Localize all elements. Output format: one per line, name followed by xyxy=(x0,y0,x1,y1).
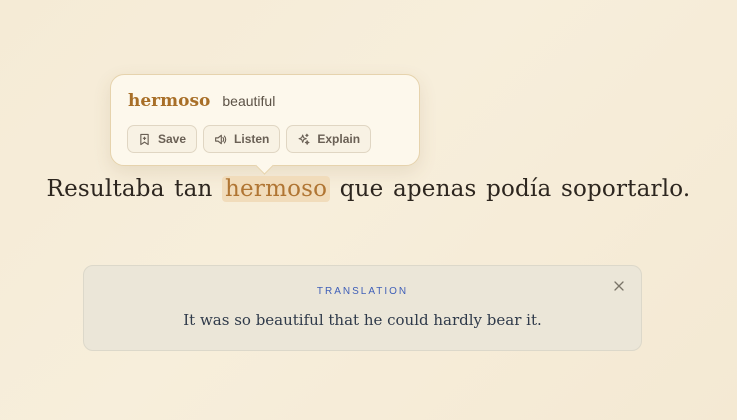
translation-label: TRANSLATION xyxy=(316,286,409,297)
bookmark-icon xyxy=(140,133,149,145)
popover-header: hermoso beautiful xyxy=(128,91,275,111)
sentence-word-highlighted[interactable]: hermoso xyxy=(222,176,331,202)
close-icon[interactable] xyxy=(611,278,627,294)
sentence: Resultaba tan hermoso que apenas podía s… xyxy=(0,176,737,202)
sparkle-icon xyxy=(298,133,310,145)
save-button-label: Save xyxy=(158,132,187,146)
sentence-word[interactable]: apenas xyxy=(393,176,477,202)
sentence-word[interactable]: podía xyxy=(486,176,551,202)
save-button[interactable]: Save xyxy=(127,125,198,153)
translation-text: It was so beautiful that he could hardly… xyxy=(183,311,542,329)
popover-arrow xyxy=(255,156,274,175)
translation-panel: TRANSLATION It was so beautiful that he … xyxy=(83,265,642,351)
word-popover: hermoso beautiful Save Listen Explain xyxy=(110,74,420,175)
sentence-word[interactable]: tan xyxy=(174,176,212,202)
popover-word: hermoso xyxy=(128,91,211,111)
sentence-word[interactable]: Resultaba xyxy=(47,176,165,202)
listen-button[interactable]: Listen xyxy=(203,125,281,153)
speaker-icon xyxy=(215,134,227,144)
sentence-word[interactable]: que xyxy=(340,176,384,202)
listen-button-label: Listen xyxy=(234,132,270,146)
popover-actions: Save Listen Explain xyxy=(127,125,377,153)
explain-button[interactable]: Explain xyxy=(286,125,372,153)
explain-button-label: Explain xyxy=(317,132,361,146)
popover-gloss: beautiful xyxy=(222,93,276,109)
sentence-word[interactable]: soportarlo. xyxy=(561,176,690,202)
